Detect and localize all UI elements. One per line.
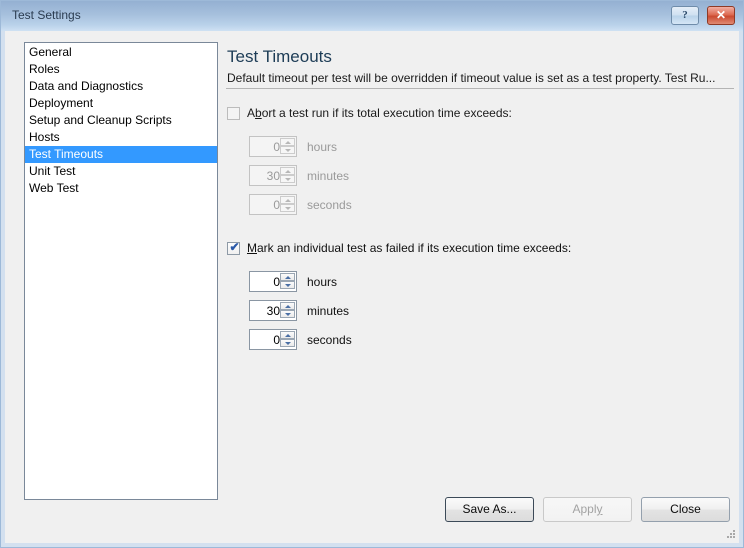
abort-seconds-unit: seconds <box>307 198 352 212</box>
arrow-down-glyph <box>285 178 291 181</box>
label-accel-key: y <box>596 502 603 516</box>
arrow-up-glyph <box>285 170 291 173</box>
page-description: Default timeout per test will be overrid… <box>227 71 716 85</box>
sidebar-item-setup-and-cleanup-scripts[interactable]: Setup and Cleanup Scripts <box>25 112 217 129</box>
checkmark-icon <box>229 106 240 119</box>
spin-down-icon[interactable] <box>280 339 295 347</box>
dialog-window: Test Settings ? ✕ General Roles Data and… <box>0 0 744 548</box>
help-icon[interactable]: ? <box>671 6 699 25</box>
label-part-before: Close <box>670 502 701 516</box>
sidebar-item-test-timeouts[interactable]: Test Timeouts <box>25 146 217 163</box>
abort-hours-value: 0 <box>273 140 280 154</box>
mark-seconds-unit: seconds <box>307 333 352 347</box>
label-part-before: A <box>247 106 256 120</box>
spin-down-icon[interactable] <box>280 146 295 154</box>
arrow-up-glyph <box>285 334 291 337</box>
spin-down-icon[interactable] <box>280 204 295 212</box>
abort-seconds-stepper[interactable] <box>280 196 295 213</box>
abort-hours-stepper[interactable] <box>280 138 295 155</box>
arrow-down-glyph <box>285 342 291 345</box>
close-button[interactable]: Close <box>641 497 730 522</box>
spin-up-icon[interactable] <box>280 138 295 146</box>
resize-grip[interactable] <box>724 528 736 540</box>
spin-up-icon[interactable] <box>280 302 295 310</box>
mark-minutes-spinner[interactable]: 30 <box>249 300 297 321</box>
abort-minutes-unit: minutes <box>307 169 350 183</box>
arrow-up-glyph <box>285 276 291 279</box>
sidebar-item-general[interactable]: General <box>25 44 217 61</box>
mark-test-failed-label: Mark an individual test as failed if its… <box>247 241 571 255</box>
mark-hours-stepper[interactable] <box>280 273 295 290</box>
abort-minutes-spinner[interactable]: 30 <box>249 165 297 186</box>
sidebar-item-unit-test[interactable]: Unit Test <box>25 163 217 180</box>
mark-hours-value: 0 <box>273 275 280 289</box>
mark-hours-spinner[interactable]: 0 <box>249 271 297 292</box>
window-frame-inner: Test Settings ? ✕ General Roles Data and… <box>1 1 743 547</box>
mark-test-failed-checkbox[interactable]: ✔ <box>227 240 240 255</box>
dialog-client-area: General Roles Data and Diagnostics Deplo… <box>5 31 739 543</box>
sidebar-item-data-and-diagnostics[interactable]: Data and Diagnostics <box>25 78 217 95</box>
spin-up-icon[interactable] <box>280 273 295 281</box>
sidebar-item-web-test[interactable]: Web Test <box>25 180 217 197</box>
mark-minutes-value: 30 <box>266 304 280 318</box>
abort-test-run-checkbox[interactable] <box>227 107 240 120</box>
sidebar-item-roles[interactable]: Roles <box>25 61 217 78</box>
label-part-after: ark an individual test as failed if its … <box>257 241 572 255</box>
checkmark-icon: ✔ <box>229 240 240 254</box>
mark-minutes-unit: minutes <box>307 304 350 318</box>
arrow-down-glyph <box>285 284 291 287</box>
abort-hours-spinner[interactable]: 0 <box>249 136 297 157</box>
abort-seconds-value: 0 <box>273 198 280 212</box>
abort-test-run-label: Abort a test run if its total execution … <box>247 106 512 120</box>
spin-up-icon[interactable] <box>280 196 295 204</box>
save-as-button[interactable]: Save As... <box>445 497 534 522</box>
spin-down-icon[interactable] <box>280 175 295 183</box>
window-title: Test Settings <box>12 8 81 22</box>
mark-seconds-stepper[interactable] <box>280 331 295 348</box>
category-listbox[interactable]: General Roles Data and Diagnostics Deplo… <box>24 42 218 500</box>
page-title: Test Timeouts <box>227 47 332 66</box>
abort-minutes-stepper[interactable] <box>280 167 295 184</box>
label-part-before: Appl <box>572 502 597 516</box>
label-accel-key: M <box>247 241 257 255</box>
abort-minutes-value: 30 <box>266 169 280 183</box>
sidebar-item-deployment[interactable]: Deployment <box>25 95 217 112</box>
spin-down-icon[interactable] <box>280 281 295 289</box>
arrow-down-glyph <box>285 313 291 316</box>
close-icon[interactable]: ✕ <box>707 6 735 25</box>
sidebar-item-hosts[interactable]: Hosts <box>25 129 217 146</box>
arrow-up-glyph <box>285 305 291 308</box>
arrow-down-glyph <box>285 207 291 210</box>
label-part-after: ave As... <box>470 502 517 516</box>
spin-down-icon[interactable] <box>280 310 295 318</box>
spin-up-icon[interactable] <box>280 167 295 175</box>
titlebar[interactable]: Test Settings ? ✕ <box>1 1 743 31</box>
arrow-down-glyph <box>285 149 291 152</box>
label-accel-key: b <box>255 106 262 120</box>
mark-hours-unit: hours <box>307 275 338 289</box>
mark-seconds-spinner[interactable]: 0 <box>249 329 297 350</box>
mark-minutes-stepper[interactable] <box>280 302 295 319</box>
spin-up-icon[interactable] <box>280 331 295 339</box>
abort-seconds-spinner[interactable]: 0 <box>249 194 297 215</box>
abort-hours-unit: hours <box>307 140 338 154</box>
arrow-up-glyph <box>285 141 291 144</box>
apply-button[interactable]: Apply <box>543 497 632 522</box>
arrow-up-glyph <box>285 199 291 202</box>
settings-pane: Test Timeouts Default timeout per test w… <box>223 31 739 543</box>
label-part-after: ort a test run if its total execution ti… <box>261 106 512 120</box>
mark-seconds-value: 0 <box>273 333 280 347</box>
header-divider <box>226 88 734 89</box>
